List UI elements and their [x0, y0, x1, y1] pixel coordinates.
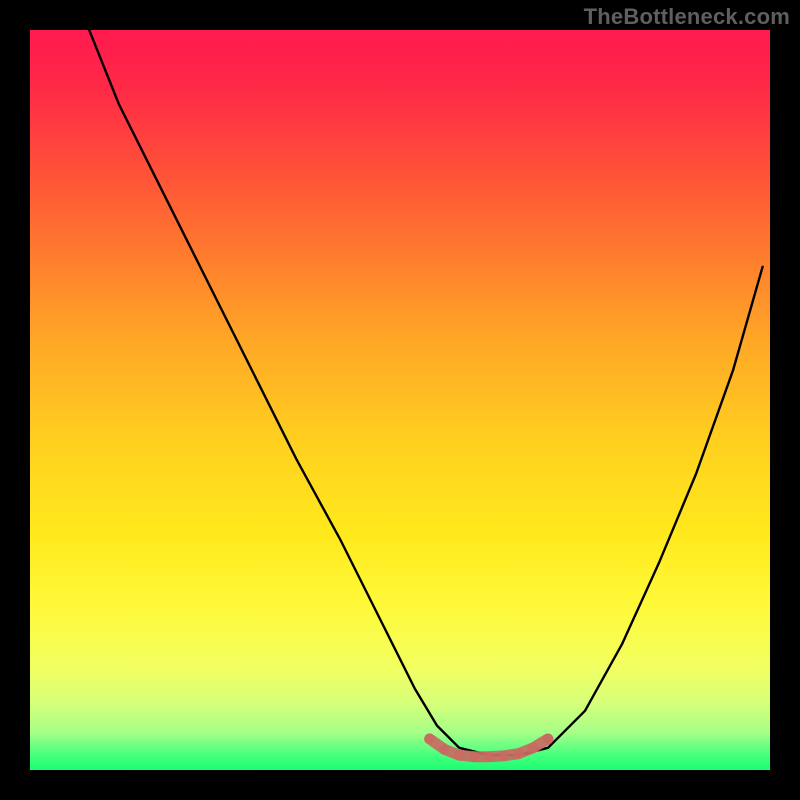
plot-area	[30, 30, 770, 770]
curve-line	[89, 30, 762, 755]
valley-highlight	[425, 734, 553, 762]
watermark-label: TheBottleneck.com	[584, 4, 790, 30]
plot-svg	[30, 30, 770, 770]
chart-frame: TheBottleneck.com	[0, 0, 800, 800]
